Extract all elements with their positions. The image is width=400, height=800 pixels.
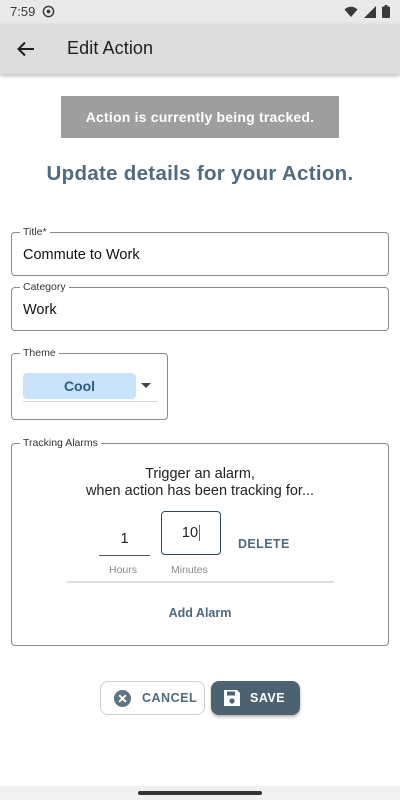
text-cursor <box>199 525 201 542</box>
category-field-value: Work <box>23 302 57 318</box>
tracking-status-banner: Action is currently being tracked. <box>61 96 339 138</box>
home-handle[interactable] <box>138 791 262 795</box>
save-icon <box>224 690 240 706</box>
status-icons <box>344 5 390 18</box>
category-field[interactable]: Category Work <box>11 281 389 331</box>
save-button-label: SAVE <box>250 691 286 705</box>
alarm-divider <box>67 581 334 583</box>
form-heading: Update details for your Action. <box>46 162 354 185</box>
title-field[interactable]: Title* Commute to Work <box>11 226 389 276</box>
signal-icon <box>364 5 376 18</box>
app-bar: Edit Action <box>0 24 400 74</box>
back-button[interactable] <box>12 35 40 63</box>
minutes-input-value: 10 <box>181 525 199 541</box>
add-alarm-button[interactable]: Add Alarm <box>12 606 388 620</box>
chevron-down-icon[interactable] <box>141 383 151 388</box>
cancel-button[interactable]: CANCEL <box>100 681 205 715</box>
theme-select-underline <box>23 401 158 402</box>
status-bar: 7:59 <box>0 0 400 24</box>
status-time: 7:59 <box>10 4 36 19</box>
hours-label: Hours <box>109 564 138 576</box>
cancel-button-label: CANCEL <box>142 691 198 705</box>
alarm-prompt: Trigger an alarm, when action has been t… <box>12 466 388 500</box>
at-sign-icon <box>42 5 55 18</box>
title-field-value: Commute to Work <box>23 247 140 263</box>
minutes-input[interactable]: 10 <box>161 511 221 555</box>
alarm-prompt-line1: Trigger an alarm, <box>145 466 255 482</box>
battery-icon <box>382 5 390 18</box>
title-field-label: Title* <box>20 226 50 238</box>
cancel-circle-icon <box>113 689 132 707</box>
wifi-icon <box>344 6 358 17</box>
system-nav-bar <box>0 786 400 800</box>
save-button[interactable]: SAVE <box>211 681 300 715</box>
theme-select[interactable]: Cool <box>23 373 136 399</box>
page-title: Edit Action <box>67 38 154 58</box>
theme-field: Theme Cool <box>11 347 168 420</box>
theme-field-label: Theme <box>20 347 59 359</box>
delete-alarm-button[interactable]: DELETE <box>238 537 290 551</box>
category-field-label: Category <box>20 281 69 293</box>
tracking-alarms-label: Tracking Alarms <box>20 437 101 449</box>
minutes-label: Minutes <box>171 564 208 576</box>
alarm-prompt-line2: when action has been tracking for... <box>85 483 315 499</box>
arrow-left-icon <box>17 41 34 57</box>
tracking-alarms-section: Tracking Alarms Trigger an alarm, when a… <box>11 437 389 646</box>
hours-input[interactable]: 1 <box>99 522 150 556</box>
